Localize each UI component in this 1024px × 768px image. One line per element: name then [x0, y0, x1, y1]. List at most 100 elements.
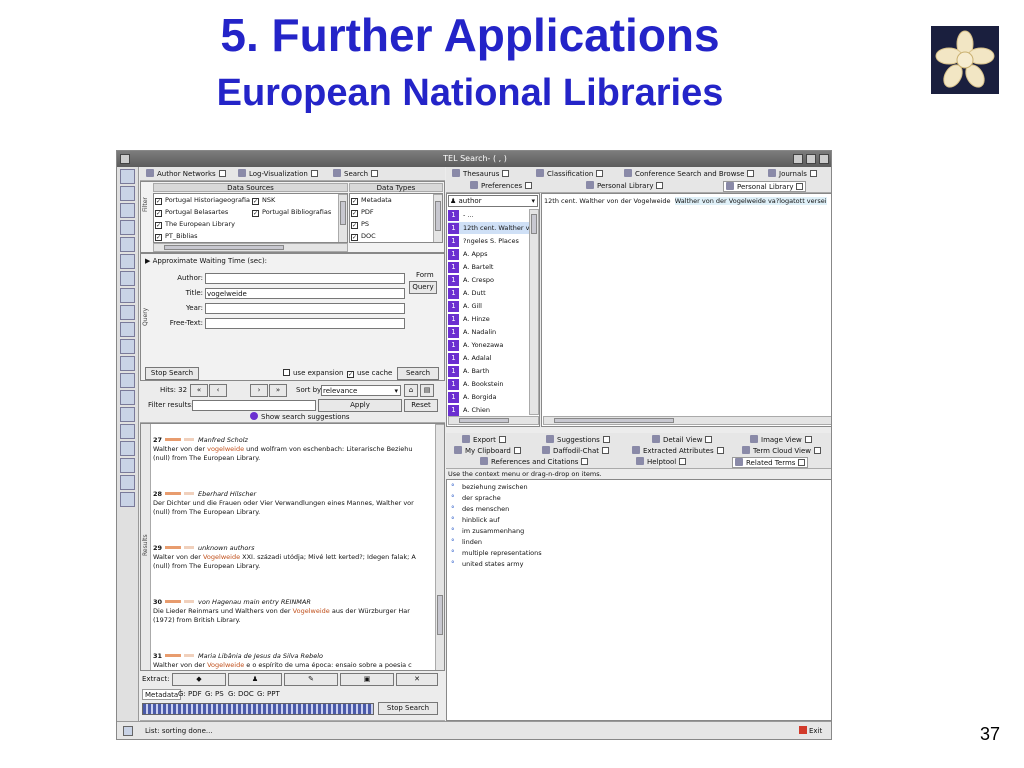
query-tab[interactable]: Query	[409, 281, 437, 294]
related-term[interactable]: ° multiple representations	[451, 548, 542, 558]
tab-preferences[interactable]: Preferences	[470, 181, 533, 192]
window-menu-icon[interactable]	[120, 154, 130, 164]
toolbar-tool-icon[interactable]	[120, 220, 135, 235]
detach-icon[interactable]	[747, 170, 755, 177]
related-term[interactable]: ° united states army	[451, 559, 523, 569]
toolbar-tool-icon[interactable]	[120, 373, 135, 388]
author-item[interactable]: 1 A. Apps	[448, 248, 532, 260]
first-page-button[interactable]: «	[190, 384, 208, 397]
related-term[interactable]: ° im zusammenhang	[451, 526, 524, 536]
sources-hscrollbar[interactable]	[153, 243, 348, 252]
toolbar-tool-icon[interactable]	[120, 322, 135, 337]
tab-extracted-attributes[interactable]: Extracted Attributes	[632, 446, 724, 457]
source-item[interactable]: ✓ NSK	[252, 195, 275, 206]
tab-personal-library-active[interactable]: Personal Library	[723, 181, 807, 192]
library-hscrollbar[interactable]	[543, 416, 831, 425]
toolbar-tool-icon[interactable]	[120, 458, 135, 473]
related-term[interactable]: ° hinblick auf	[451, 515, 500, 525]
toolbar-tool-icon[interactable]	[120, 390, 135, 405]
author-item[interactable]: 1 A. Nadalin	[448, 326, 532, 338]
author-item[interactable]: 1 A. Crespo	[448, 274, 532, 286]
author-item[interactable]: 1 A. Yonezawa	[448, 339, 532, 351]
toolbar-tool-icon[interactable]	[120, 305, 135, 320]
tab-g-pdf[interactable]: G: PDF	[178, 689, 202, 700]
filter-results-input[interactable]	[192, 400, 316, 411]
result-item[interactable]: 29 unknown authors Walter von der Vogelwe…	[153, 544, 416, 571]
toolbar-tool-icon[interactable]	[120, 288, 135, 303]
extract-tool-button[interactable]: ◆	[172, 673, 226, 686]
source-item[interactable]: ✓ Portugal Belasartes	[155, 207, 228, 218]
author-item[interactable]: 1 A. Barth	[448, 365, 532, 377]
tab-journals[interactable]: Journals	[768, 169, 817, 180]
next-page-button[interactable]: ›	[250, 384, 268, 397]
author-item[interactable]: 1 A. Gill	[448, 300, 532, 312]
detach-icon[interactable]	[798, 459, 806, 466]
results-scrollbar[interactable]	[435, 424, 444, 670]
use-cache-checkbox[interactable]: ✓ use cache	[347, 368, 392, 379]
detach-icon[interactable]	[581, 458, 589, 465]
type-item[interactable]: ✓ Metadata	[351, 195, 392, 206]
source-item[interactable]: ✓ PT_Biblias	[155, 231, 198, 242]
author-item[interactable]: 1 A. Borgida	[448, 391, 532, 403]
tab-image-view[interactable]: Image View	[750, 435, 812, 446]
detach-icon[interactable]	[513, 447, 521, 454]
toolbar-tool-icon[interactable]	[120, 339, 135, 354]
toolbar-tool-icon[interactable]	[120, 441, 135, 456]
tab-detail-view[interactable]: Detail View	[652, 435, 713, 446]
detach-icon[interactable]	[679, 458, 687, 465]
search-button[interactable]: Search	[397, 367, 439, 380]
tab-thesaurus[interactable]: Thesaurus	[452, 169, 510, 180]
detach-icon[interactable]	[602, 436, 610, 443]
expand-arrow-icon[interactable]: ▶	[145, 257, 153, 265]
apply-button[interactable]: Apply	[318, 399, 402, 412]
tab-classification[interactable]: Classification	[536, 169, 604, 180]
related-term[interactable]: ° der sprache	[451, 493, 501, 503]
detach-icon[interactable]	[218, 170, 226, 177]
close-icon[interactable]	[819, 154, 829, 164]
toolbar-tool-icon[interactable]	[120, 492, 135, 507]
author-item[interactable]: 1 A. Dutt	[448, 287, 532, 299]
author-item[interactable]: 1 A. Bartelt	[448, 261, 532, 273]
detach-icon[interactable]	[502, 170, 510, 177]
sources-scrollbar[interactable]	[338, 194, 347, 242]
toolbar-tool-icon[interactable]	[120, 254, 135, 269]
detach-icon[interactable]	[796, 183, 804, 190]
tab-export[interactable]: Export	[462, 435, 506, 446]
source-item[interactable]: ✓ Portugal Historiageografia	[155, 195, 250, 206]
related-term[interactable]: ° linden	[451, 537, 482, 547]
related-term[interactable]: ° beziehung zwischen	[451, 482, 528, 492]
extract-gift-button[interactable]: ▣	[340, 673, 394, 686]
extract-terms-button[interactable]: ✎	[284, 673, 338, 686]
tab-author-networks[interactable]: Author Networks	[146, 169, 226, 180]
freetext-field[interactable]	[205, 318, 405, 329]
result-item[interactable]: 31 Maria Libânia de Jesus da Silva Rebelo…	[153, 652, 412, 670]
detach-icon[interactable]	[371, 170, 379, 177]
reset-button[interactable]: Reset	[404, 399, 438, 412]
author-field[interactable]	[205, 273, 405, 284]
result-item[interactable]: 27 Manfred Scholz Walther von der vogelwe…	[153, 436, 412, 463]
toolbar-tool-icon[interactable]	[120, 356, 135, 371]
show-suggestions-link[interactable]: Show search suggestions	[250, 412, 350, 423]
tab-g-doc[interactable]: G: DOC	[228, 689, 254, 700]
tab-personal-library[interactable]: Personal Library	[586, 181, 664, 192]
related-term[interactable]: ° des menschen	[451, 504, 509, 514]
detach-icon[interactable]	[656, 182, 664, 189]
tab-metadata[interactable]: Metadata	[142, 689, 182, 700]
sort-select[interactable]: relevance ▾	[321, 385, 401, 396]
author-item[interactable]: 1 A. Adalal	[448, 352, 532, 364]
result-item[interactable]: 28 Eberhard Hilscher Der Dichter und die …	[153, 490, 414, 517]
toolbar-tool-icon[interactable]	[120, 407, 135, 422]
type-item[interactable]: ✓ PS	[351, 219, 369, 230]
chevron-down-icon[interactable]: ▾	[531, 196, 535, 206]
author-scrollbar[interactable]	[529, 209, 539, 415]
result-item[interactable]: 30 von Hagenau main entry REINMAR Die Lie…	[153, 598, 410, 625]
maximize-icon[interactable]	[806, 154, 816, 164]
author-field-select[interactable]: ♟ author ▾	[448, 195, 538, 207]
detach-icon[interactable]	[310, 170, 318, 177]
tab-log-visualization[interactable]: Log-Visualization	[238, 169, 318, 180]
extract-close-button[interactable]: ✕	[396, 673, 438, 686]
detach-icon[interactable]	[814, 447, 822, 454]
tab-suggestions[interactable]: Suggestions	[546, 435, 610, 446]
tab-daffodil-chat[interactable]: Daffodil-Chat	[542, 446, 610, 457]
detach-icon[interactable]	[705, 436, 713, 443]
